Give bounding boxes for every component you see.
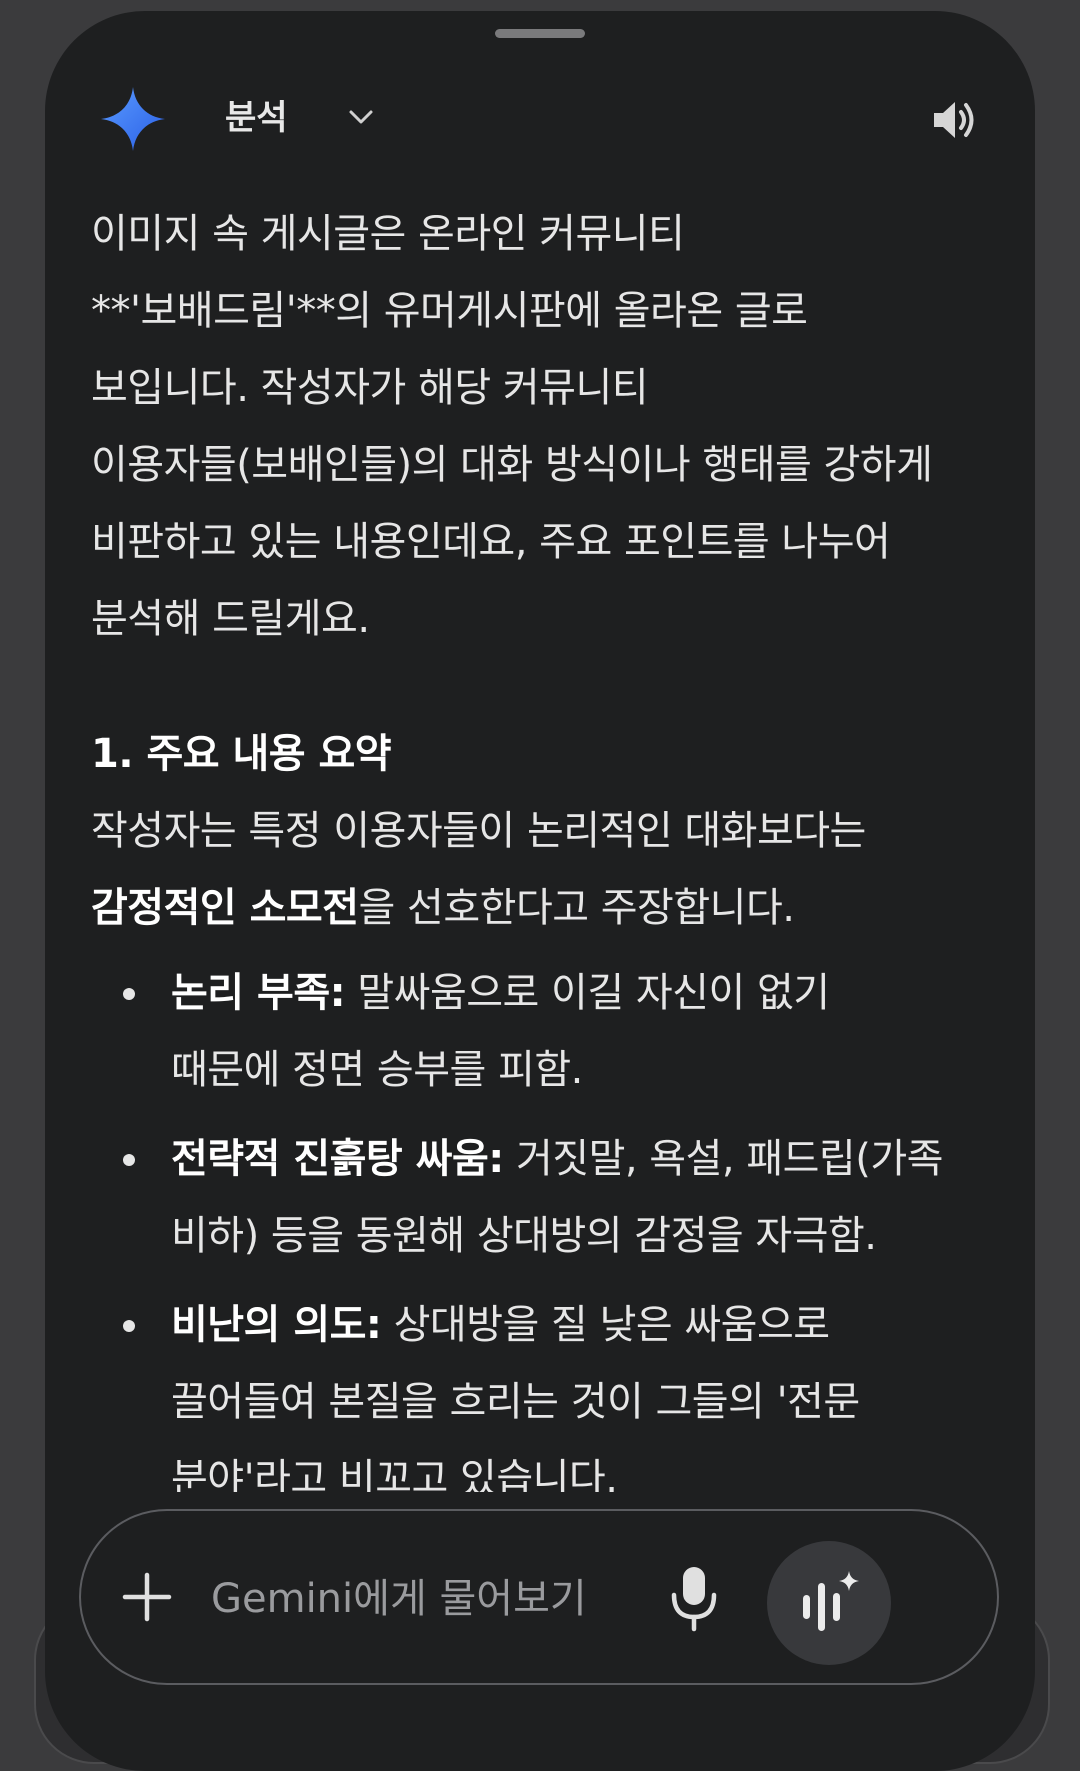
bullet-text: 때문에 정면 승부를 피함. (171, 1047, 583, 1093)
drag-handle[interactable] (495, 29, 585, 38)
bullet-title: 전략적 진흙탕 싸움: (171, 1136, 504, 1182)
prompt-bar (79, 1509, 999, 1685)
live-waveform-icon (803, 1571, 859, 1631)
bullet-title: 비난의 의도: (171, 1302, 382, 1348)
intro-line: 비판하고 있는 내용인데요, 주요 포인트를 나누어 (91, 519, 891, 565)
mode-selector-label[interactable]: 분석 (225, 95, 288, 141)
summary-paragraph: 작성자는 특정 이용자들이 논리적인 대화보다는 감정적인 소모전을 선호한다고… (91, 793, 991, 947)
chevron-down-icon[interactable] (345, 101, 377, 133)
bullet-title: 논리 부족: (171, 970, 346, 1016)
bullet-text: 분야'라고 비꼬고 있습니다. (171, 1456, 618, 1492)
list-item: 전략적 진흙탕 싸움: 거짓말, 욕설, 패드립(가족 비하) 등을 동원해 상… (123, 1121, 991, 1275)
intro-line: 보입니다. 작성자가 해당 커뮤니티 (91, 365, 649, 411)
gemini-sheet: 분석 이미지 속 게시글은 온라인 커뮤니티 **'보배드림'**의 유머게시판… (45, 11, 1035, 1771)
microphone-icon[interactable] (666, 1563, 722, 1633)
plus-icon[interactable] (119, 1569, 175, 1625)
bullet-text: 거짓말, 욕설, 패드립(가족 (503, 1136, 943, 1182)
list-item: 논리 부족: 말싸움으로 이길 자신이 없기 때문에 정면 승부를 피함. (123, 955, 991, 1109)
bullet-icon (123, 1154, 135, 1166)
bullet-text: 말싸움으로 이길 자신이 없기 (345, 970, 830, 1016)
prompt-input[interactable] (211, 1569, 631, 1629)
summary-line: 작성자는 특정 이용자들이 논리적인 대화보다는 (91, 808, 866, 854)
response-content: 이미지 속 게시글은 온라인 커뮤니티 **'보배드림'**의 유머게시판에 올… (91, 196, 991, 1492)
bullet-icon (123, 1320, 135, 1332)
bullet-text: 비하) 등을 동원해 상대방의 감정을 자극함. (171, 1213, 877, 1259)
intro-line: 분석해 드릴게요. (91, 596, 370, 642)
speaker-icon[interactable] (930, 97, 978, 143)
header: 분석 (45, 71, 1035, 171)
list-item: 비난의 의도: 상대방을 질 낮은 싸움으로 끌어들여 본질을 흐리는 것이 그… (123, 1287, 991, 1492)
bullet-text: 상대방을 질 낮은 싸움으로 (381, 1302, 830, 1348)
section-title: 1. 주요 내용 요약 (91, 731, 392, 777)
intro-line: **'보배드림'**의 유머게시판에 올라온 글로 (91, 288, 808, 334)
summary-line: 을 선호한다고 주장합니다. (358, 885, 795, 931)
intro-line: 이용자들(보배인들)의 대화 방식이나 행태를 강하게 (91, 442, 933, 488)
intro-line: 이미지 속 게시글은 온라인 커뮤니티 (91, 211, 685, 257)
live-button[interactable] (767, 1541, 891, 1665)
bullet-text: 끌어들여 본질을 흐리는 것이 그들의 '전문 (171, 1379, 860, 1425)
summary-emphasis: 감정적인 소모전 (91, 885, 359, 931)
gemini-star-icon (101, 87, 165, 151)
bullet-icon (123, 988, 135, 1000)
intro-paragraph: 이미지 속 게시글은 온라인 커뮤니티 **'보배드림'**의 유머게시판에 올… (91, 196, 991, 658)
summary-bullets: 논리 부족: 말싸움으로 이길 자신이 없기 때문에 정면 승부를 피함. 전략… (91, 955, 991, 1492)
